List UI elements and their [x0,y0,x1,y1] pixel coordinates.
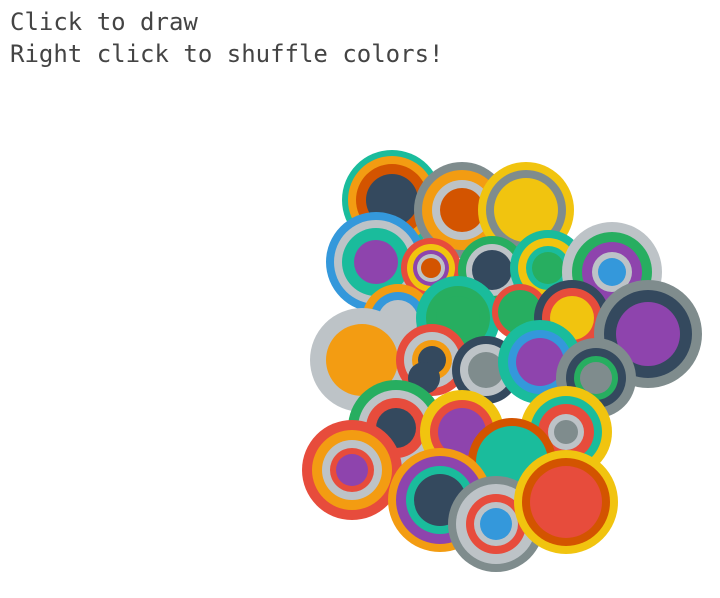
circle-ring [530,466,602,538]
circle-ring [580,362,612,394]
circle-ring [554,420,578,444]
instructions: Click to draw Right click to shuffle col… [10,6,443,70]
circle-ring [532,252,564,284]
circle-ring [598,258,626,286]
drawing-canvas[interactable] [0,0,720,598]
circle-ring [336,454,368,486]
instruction-shuffle: Right click to shuffle colors! [10,40,444,68]
drawn-circle [514,450,618,554]
circle-ring [354,240,398,284]
drawing-stage: Click to draw Right click to shuffle col… [0,0,720,598]
circle-ring [421,258,441,278]
circle-ring [480,508,512,540]
circle-ring [440,188,484,232]
instruction-draw: Click to draw [10,8,198,36]
drawn-circle [302,420,402,520]
